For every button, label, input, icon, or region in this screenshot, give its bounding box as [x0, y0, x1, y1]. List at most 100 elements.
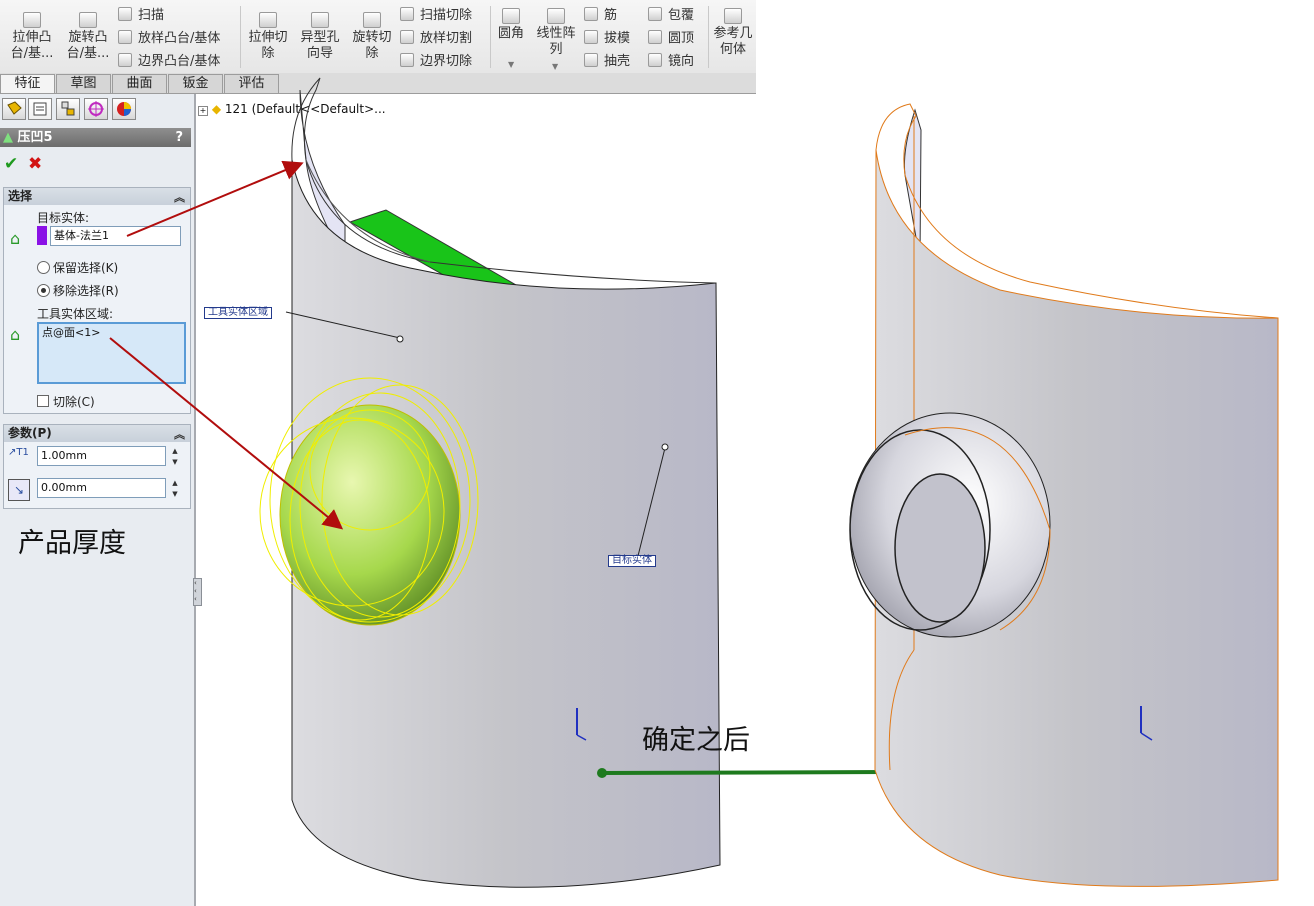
feature-title-bar: ▲ 压凹5 ? [0, 128, 191, 147]
inner-face-strip [305, 159, 431, 263]
cancel-button[interactable]: ✖ [28, 154, 42, 174]
tab-sheet-metal[interactable]: 钣金 [168, 74, 223, 93]
clearance-input[interactable]: 0.00mm [37, 478, 166, 498]
cut-checkbox[interactable] [37, 395, 49, 407]
mirror-icon [648, 53, 662, 67]
boundary-cut-icon [400, 53, 414, 67]
rib-button[interactable]: 筋 [584, 7, 617, 24]
fillet-icon [502, 8, 520, 24]
extrude-cut-button[interactable]: 拉伸切 除 [244, 12, 292, 62]
wrap-button[interactable]: 包覆 [648, 7, 694, 24]
pattern-dropdown-icon[interactable]: ▼ [552, 62, 558, 71]
remove-selection-label[interactable]: 移除选择(R) [53, 282, 119, 299]
keep-selection-label[interactable]: 保留选择(K) [53, 259, 118, 276]
rib-icon [584, 7, 598, 21]
wrap-icon [648, 7, 662, 21]
extrude-boss-button[interactable]: 拉伸凸 台/基... [6, 12, 58, 62]
revolve-cut-button[interactable]: 旋转切 除 [348, 12, 396, 62]
tool-body-region-label: 工具实体区域: [37, 307, 114, 321]
tab-surfaces[interactable]: 曲面 [112, 74, 167, 93]
target-body-label: 目标实体: [37, 211, 90, 225]
target-color-swatch [37, 226, 47, 245]
feature-tree-root[interactable]: + ◆ 121 (Default<<Default>... [198, 102, 386, 116]
command-manager-toolbar: 拉伸凸 台/基... 旋转凸 台/基... 扫描 放样凸台/基体 边界凸台/基体… [0, 0, 756, 74]
draft-button[interactable]: 拔模 [584, 30, 630, 47]
selection-section-header[interactable]: 选择 ︽ [4, 188, 190, 205]
tab-sketch[interactable]: 草图 [56, 74, 111, 93]
graphics-area [109, 77, 1279, 888]
dimxpert-tab-icon[interactable] [84, 98, 108, 120]
panel-splitter-handle[interactable]: ‹ ‹ ‹ [193, 578, 202, 606]
display-manager-tab-icon[interactable] [112, 98, 136, 120]
fillet-dropdown-icon[interactable]: ▼ [508, 60, 514, 69]
shell-button[interactable]: 抽壳 [584, 53, 630, 70]
boundary-cut-button[interactable]: 边界切除 [400, 53, 472, 70]
lofted-cut-icon [400, 30, 414, 44]
ok-button[interactable]: ✔ [4, 154, 18, 174]
indent-feature-icon: ▲ [3, 130, 13, 145]
parameters-section: 参数(P) ︽ ↗T1 1.00mm ▲ ▼ ↘ 0.00mm ▲ ▼ [3, 424, 191, 509]
revolve-boss-button[interactable]: 旋转凸 台/基... [62, 12, 114, 62]
selection-section: 选择 ︽ 目标实体: ⌂ 基体-法兰1 保留选择(K) 移除选择(R) 工具实体… [3, 187, 191, 414]
extrude-cut-icon [259, 12, 277, 28]
help-button[interactable]: ? [175, 128, 183, 147]
hole-wizard-button[interactable]: 异型孔 向导 [296, 12, 344, 62]
dome-icon [648, 30, 662, 44]
thickness-annotation: 产品厚度 [18, 528, 126, 559]
command-manager-tabs: 特征 草图 曲面 钣金 评估 [0, 73, 756, 94]
tab-evaluate[interactable]: 评估 [224, 74, 279, 93]
toolbar-separator [240, 6, 241, 68]
dome-button[interactable]: 圆顶 [648, 30, 694, 47]
target-body-field[interactable]: 基体-法兰1 [50, 226, 181, 246]
boundary-boss-icon [118, 53, 132, 67]
fillet-button[interactable]: 圆角 [494, 8, 528, 42]
outer-wall-face [291, 159, 721, 888]
dome-before [279, 404, 461, 626]
revolve-boss-icon [79, 12, 97, 28]
thickness-stepper[interactable]: ▲ ▼ [168, 446, 182, 468]
shell-icon [584, 53, 598, 67]
sweep-button[interactable]: 扫描 [118, 7, 164, 24]
tool-body-icon: ⌂ [10, 325, 21, 344]
mirror-button[interactable]: 镜向 [648, 53, 694, 70]
property-manager-tab-icon[interactable] [28, 98, 52, 120]
lofted-cut-button[interactable]: 放样切割 [400, 30, 472, 47]
dome-after [849, 412, 1051, 638]
draft-icon [584, 30, 598, 44]
keep-selection-radio[interactable] [37, 261, 50, 274]
part-after [849, 103, 1279, 887]
remove-selection-radio[interactable] [37, 284, 50, 297]
tool-body-region-field[interactable]: 点@面<1> [37, 322, 186, 384]
extrude-boss-icon [23, 12, 41, 28]
triad-icon-left [576, 708, 587, 741]
linear-pattern-button[interactable]: 线性阵 列 [532, 8, 580, 58]
sweep-icon [118, 7, 132, 21]
loft-boss-icon [118, 30, 132, 44]
swept-cut-button[interactable]: 扫描切除 [400, 7, 472, 24]
thickness-input[interactable]: 1.00mm [37, 446, 166, 466]
result-arrow [601, 770, 893, 775]
revolve-cut-icon [363, 12, 381, 28]
tool-region-callout[interactable]: 工具实体区域 [204, 307, 272, 319]
feature-manager-tab-icon[interactable] [2, 98, 26, 120]
part-before [259, 77, 721, 888]
target-body-icon: ⌂ [10, 229, 21, 248]
part-icon: ◆ [211, 102, 222, 116]
collapse-chevron-icon[interactable]: ︽ [174, 426, 185, 443]
tab-features[interactable]: 特征 [0, 74, 55, 93]
clearance-stepper[interactable]: ▲ ▼ [168, 478, 182, 500]
target-body-callout[interactable]: 目标实体 [608, 555, 656, 567]
triad-icon-right [1140, 706, 1153, 741]
collapse-chevron-icon[interactable]: ︽ [174, 189, 185, 206]
clearance-icon: ↘ [8, 479, 30, 501]
configuration-manager-tab-icon[interactable] [56, 98, 80, 120]
loft-boss-button[interactable]: 放样凸台/基体 [118, 30, 220, 47]
cut-label[interactable]: 切除(C) [53, 393, 95, 410]
boundary-boss-button[interactable]: 边界凸台/基体 [118, 53, 220, 70]
thickness-icon: ↗T1 [8, 447, 29, 458]
property-manager-panel: ▲ 压凹5 ? ✔ ✖ 选择 ︽ 目标实体: ⌂ 基体-法兰1 保留选择(K) … [0, 94, 196, 906]
reference-geometry-button[interactable]: 参考几 何体 [710, 8, 756, 58]
linear-pattern-icon [547, 8, 565, 24]
parameters-section-header[interactable]: 参数(P) ︽ [4, 425, 190, 442]
expand-icon[interactable]: + [198, 106, 208, 116]
